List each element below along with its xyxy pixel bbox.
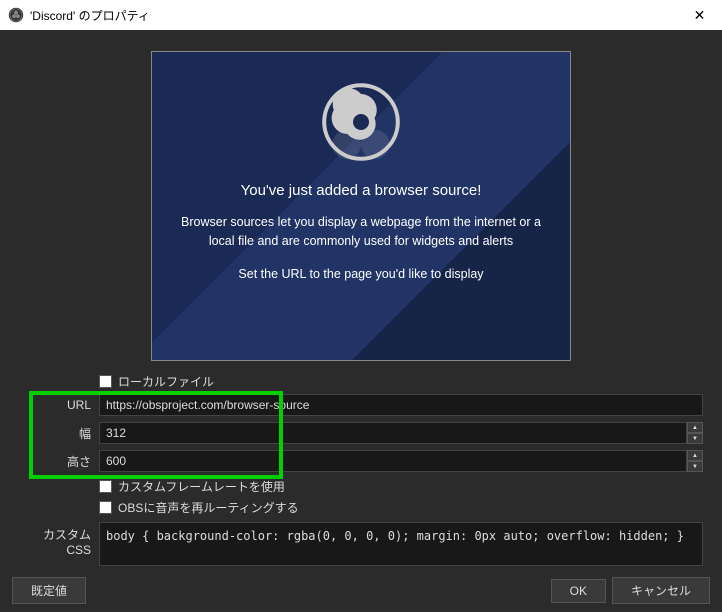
reroute-audio-row: OBSに音声を再ルーティングする	[19, 499, 703, 516]
reroute-audio-checkbox[interactable]	[99, 501, 112, 514]
height-input[interactable]	[99, 450, 687, 472]
close-button[interactable]: ✕	[677, 0, 722, 30]
url-label: URL	[19, 398, 91, 412]
reroute-audio-label: OBSに音声を再ルーティングする	[118, 499, 299, 516]
width-input[interactable]	[99, 422, 687, 444]
custom-css-input[interactable]: body { background-color: rgba(0, 0, 0, 0…	[99, 522, 703, 566]
preview-hint: Set the URL to the page you'd like to di…	[152, 265, 570, 284]
ok-button[interactable]: OK	[551, 579, 606, 603]
custom-fps-checkbox[interactable]	[99, 480, 112, 493]
properties-form: ローカルファイル URL 幅 ▲ ▼ 高さ ▲ ▼	[1, 373, 721, 516]
width-step-down[interactable]: ▼	[687, 433, 703, 444]
local-file-label: ローカルファイル	[118, 373, 214, 390]
height-step-down[interactable]: ▼	[687, 461, 703, 472]
defaults-button[interactable]: 既定値	[12, 577, 86, 604]
local-file-checkbox[interactable]	[99, 375, 112, 388]
custom-fps-row: カスタムフレームレートを使用	[19, 478, 703, 495]
url-row: URL	[19, 394, 703, 416]
height-row: 高さ ▲ ▼	[19, 450, 703, 472]
titlebar: 'Discord' のプロパティ ✕	[0, 0, 722, 30]
preview-description: Browser sources let you display a webpag…	[152, 213, 570, 251]
custom-css-label: カスタム CSS	[19, 522, 91, 566]
preview-area: You've just added a browser source! Brow…	[1, 31, 721, 373]
cancel-button[interactable]: キャンセル	[612, 577, 710, 604]
preview-heading: You've just added a browser source!	[152, 182, 570, 199]
content: You've just added a browser source! Brow…	[0, 30, 722, 567]
custom-css-row: カスタム CSS body { background-color: rgba(0…	[1, 522, 721, 566]
local-file-row: ローカルファイル	[19, 373, 703, 390]
height-label: 高さ	[19, 453, 91, 470]
url-input[interactable]	[99, 394, 703, 416]
custom-fps-label: カスタムフレームレートを使用	[118, 478, 285, 495]
width-label: 幅	[19, 425, 91, 442]
window-title: 'Discord' のプロパティ	[30, 7, 677, 24]
width-step-up[interactable]: ▲	[687, 422, 703, 433]
obs-icon	[8, 7, 24, 23]
obs-logo-icon	[321, 82, 401, 162]
dialog-footer: 既定値 OK キャンセル	[0, 569, 722, 612]
width-row: 幅 ▲ ▼	[19, 422, 703, 444]
height-step-up[interactable]: ▲	[687, 450, 703, 461]
browser-source-preview: You've just added a browser source! Brow…	[151, 51, 571, 361]
